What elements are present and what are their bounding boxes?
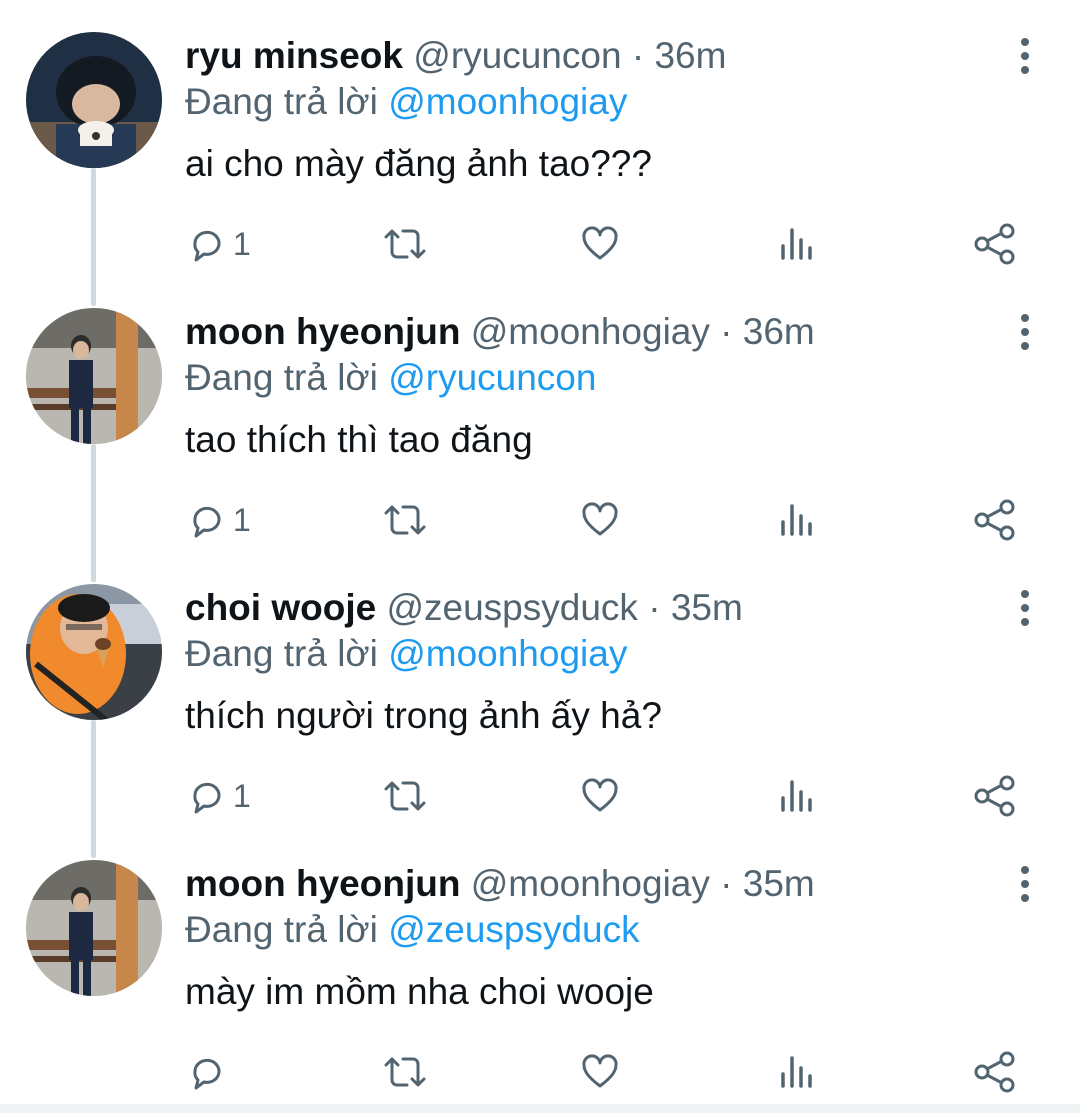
display-name[interactable]: moon hyeonjun <box>185 311 460 352</box>
separator: · <box>720 311 733 352</box>
share-icon <box>973 222 1017 266</box>
user-handle[interactable]: @moonhogiay <box>471 863 710 904</box>
retweet-button[interactable] <box>382 496 428 544</box>
tweet-header: choi wooje @zeuspsyduck · 35m <box>185 586 743 630</box>
tweet-header: moon hyeonjun @moonhogiay · 35m <box>185 862 815 906</box>
analytics-icon <box>777 1052 817 1092</box>
retweet-icon <box>382 776 428 816</box>
reply-icon <box>187 1052 227 1092</box>
separator: · <box>631 35 645 76</box>
tweet[interactable]: choi wooje @zeuspsyduck · 35m Đang trả l… <box>0 552 1080 828</box>
tweet-actions: 1 <box>0 220 1080 268</box>
heart-icon <box>580 224 620 264</box>
more-vertical-icon[interactable] <box>1014 36 1036 76</box>
heart-icon <box>580 1052 620 1092</box>
more-vertical-icon[interactable] <box>1014 864 1036 904</box>
replying-to-link[interactable]: @moonhogiay <box>388 633 627 674</box>
views-button[interactable] <box>777 772 817 820</box>
heart-icon <box>580 776 620 816</box>
reply-icon <box>187 500 227 540</box>
bottom-divider <box>0 1104 1080 1113</box>
tweet-text: tao thích thì tao đăng <box>185 419 533 460</box>
views-button[interactable] <box>777 496 817 544</box>
user-handle[interactable]: @zeuspsyduck <box>386 587 637 628</box>
reply-count: 1 <box>233 501 251 538</box>
tweet-header: ryu minseok @ryucuncon · 36m <box>185 34 726 78</box>
separator: · <box>648 587 661 628</box>
timestamp[interactable]: 36m <box>654 35 726 76</box>
replying-to-label: Đang trả lời <box>185 633 378 674</box>
user-handle[interactable]: @ryucuncon <box>413 35 621 76</box>
tweet-text: thích người trong ảnh ấy hả? <box>185 695 662 736</box>
reply-icon <box>187 224 227 264</box>
replying-to: Đang trả lời @moonhogiay <box>185 80 627 124</box>
share-button[interactable] <box>973 496 1017 544</box>
replying-to-label: Đang trả lời <box>185 81 378 122</box>
display-name[interactable]: choi wooje <box>185 587 376 628</box>
tweet[interactable]: moon hyeonjun @moonhogiay · 35m Đang trả… <box>0 828 1080 1104</box>
reply-button[interactable]: 1 <box>187 772 251 820</box>
retweet-button[interactable] <box>382 1048 428 1096</box>
like-button[interactable] <box>580 496 620 544</box>
tweet-actions <box>0 1048 1080 1096</box>
share-button[interactable] <box>973 772 1017 820</box>
retweet-icon <box>382 500 428 540</box>
like-button[interactable] <box>580 772 620 820</box>
analytics-icon <box>777 224 817 264</box>
replying-to-label: Đang trả lời <box>185 909 378 950</box>
reply-icon <box>187 776 227 816</box>
timestamp[interactable]: 35m <box>743 863 815 904</box>
replying-to-label: Đang trả lời <box>185 357 378 398</box>
timestamp[interactable]: 36m <box>743 311 815 352</box>
views-button[interactable] <box>777 1048 817 1096</box>
tweet[interactable]: moon hyeonjun @moonhogiay · 36m Đang trả… <box>0 276 1080 552</box>
analytics-icon <box>777 776 817 816</box>
replying-to-link[interactable]: @moonhogiay <box>388 81 627 122</box>
display-name[interactable]: ryu minseok <box>185 35 403 76</box>
tweet-text: mày im mồm nha choi wooje <box>185 971 654 1012</box>
share-button[interactable] <box>973 1048 1017 1096</box>
share-icon <box>973 498 1017 542</box>
share-icon <box>973 774 1017 818</box>
retweet-button[interactable] <box>382 772 428 820</box>
retweet-icon <box>382 224 428 264</box>
replying-to-link[interactable]: @ryucuncon <box>388 357 596 398</box>
display-name[interactable]: moon hyeonjun <box>185 863 460 904</box>
user-handle[interactable]: @moonhogiay <box>471 311 710 352</box>
replying-to: Đang trả lời @moonhogiay <box>185 632 627 676</box>
retweet-button[interactable] <box>382 220 428 268</box>
avatar[interactable] <box>26 32 162 168</box>
tweet-actions: 1 <box>0 496 1080 544</box>
more-vertical-icon[interactable] <box>1014 312 1036 352</box>
tweet-actions: 1 <box>0 772 1080 820</box>
reply-button[interactable]: 1 <box>187 220 251 268</box>
retweet-icon <box>382 1052 428 1092</box>
views-button[interactable] <box>777 220 817 268</box>
timestamp[interactable]: 35m <box>671 587 743 628</box>
replying-to: Đang trả lời @zeuspsyduck <box>185 908 640 952</box>
like-button[interactable] <box>580 220 620 268</box>
avatar[interactable] <box>26 584 162 720</box>
analytics-icon <box>777 500 817 540</box>
more-vertical-icon[interactable] <box>1014 588 1036 628</box>
reply-button[interactable] <box>187 1048 233 1096</box>
share-button[interactable] <box>973 220 1017 268</box>
separator: · <box>720 863 733 904</box>
replying-to-link[interactable]: @zeuspsyduck <box>388 909 639 950</box>
heart-icon <box>580 500 620 540</box>
like-button[interactable] <box>580 1048 620 1096</box>
avatar[interactable] <box>26 860 162 996</box>
reply-count: 1 <box>233 225 251 262</box>
share-icon <box>973 1050 1017 1094</box>
tweet[interactable]: ryu minseok @ryucuncon · 36m Đang trả lờ… <box>0 0 1080 276</box>
reply-button[interactable]: 1 <box>187 496 251 544</box>
replying-to: Đang trả lời @ryucuncon <box>185 356 596 400</box>
avatar[interactable] <box>26 308 162 444</box>
tweet-text: ai cho mày đăng ảnh tao??? <box>185 143 652 184</box>
tweet-header: moon hyeonjun @moonhogiay · 36m <box>185 310 815 354</box>
reply-count: 1 <box>233 777 251 814</box>
